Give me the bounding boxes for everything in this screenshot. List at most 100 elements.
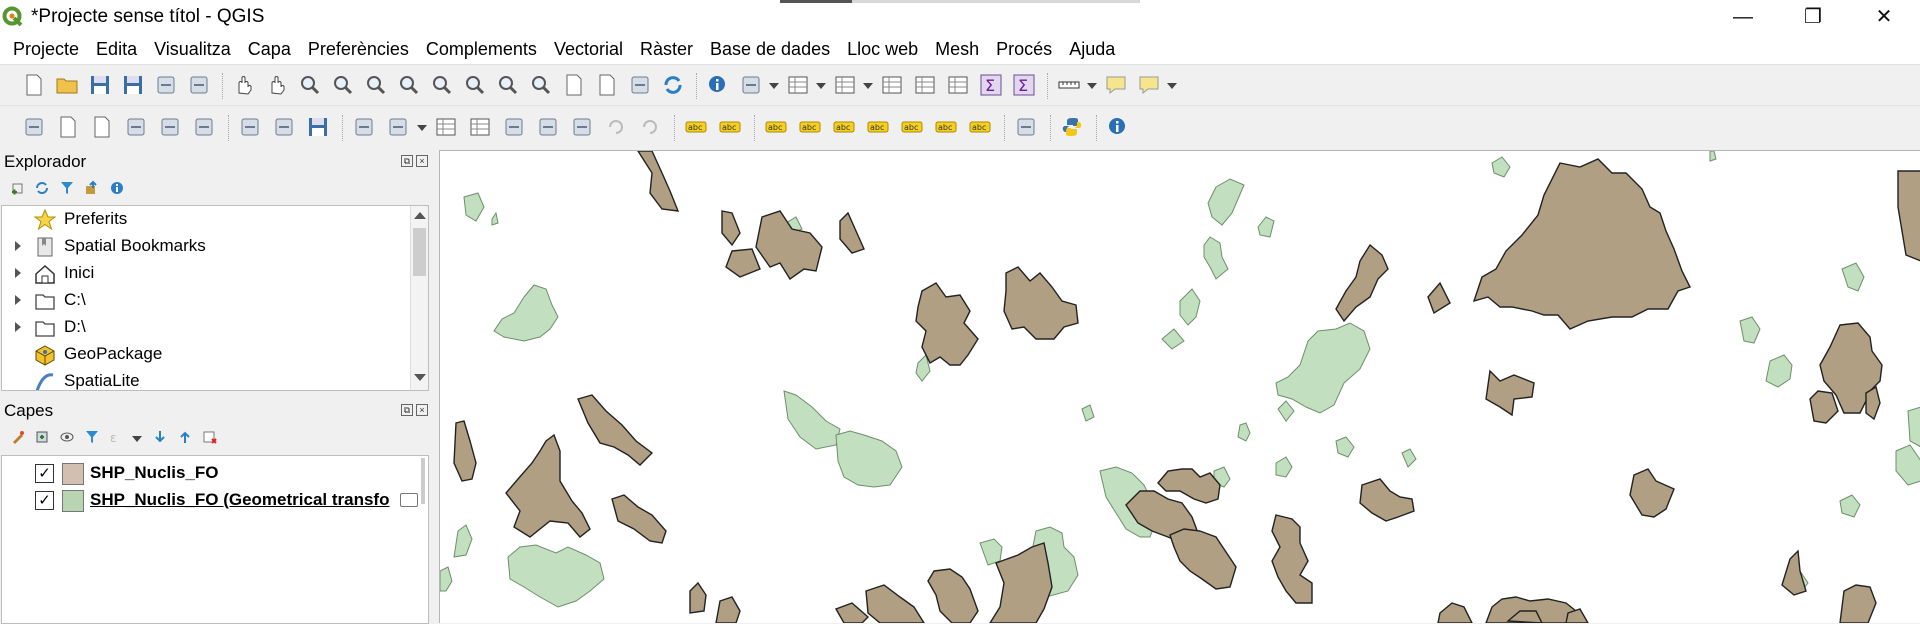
browser-tree[interactable]: Preferits Spatial Bookmarks Inici C:\ D:\ Geo…: [1, 205, 429, 391]
pan-to-selection-icon[interactable]: [265, 73, 289, 97]
toggle-editing-icon[interactable]: [272, 115, 296, 139]
refresh-icon[interactable]: [661, 73, 685, 97]
style-layer-icon[interactable]: [10, 429, 26, 445]
layer-symbol-swatch[interactable]: [62, 463, 84, 485]
browser-item[interactable]: GeoPackage: [2, 341, 402, 368]
menu-preferencies[interactable]: Preferències: [308, 39, 409, 60]
layer-tree-scrollbar[interactable]: [421, 458, 425, 504]
add-feature-icon[interactable]: [352, 115, 376, 139]
menu-base-de-dades[interactable]: Base de dades: [710, 39, 830, 60]
close-button[interactable]: ✕: [1853, 0, 1915, 34]
collapse-all-icon[interactable]: [84, 180, 100, 196]
data-source-manager-icon[interactable]: [22, 115, 46, 139]
dropdown-arrow-icon[interactable]: [1167, 83, 1177, 89]
collapse-all-icon[interactable]: [177, 429, 193, 445]
zoom-out-icon[interactable]: [331, 73, 355, 97]
dropdown-arrow-icon[interactable]: [863, 83, 873, 89]
browser-item[interactable]: Inici: [2, 260, 402, 287]
undo-icon[interactable]: [604, 115, 628, 139]
cut-features-icon[interactable]: [502, 115, 526, 139]
processing-toolbox-icon[interactable]: Σ: [979, 73, 1003, 97]
expand-arrow-icon[interactable]: [15, 241, 21, 251]
layer-symbol-swatch[interactable]: [62, 490, 84, 512]
select-by-value-icon[interactable]: [833, 73, 857, 97]
layer-item[interactable]: ✓ SHP_Nuclis_FO (Geometrical transfo: [2, 487, 428, 514]
expand-arrow-icon[interactable]: [15, 322, 21, 332]
map-canvas[interactable]: [439, 150, 1920, 623]
pan-icon[interactable]: [232, 73, 256, 97]
dropdown-arrow-icon[interactable]: [132, 436, 142, 442]
properties-icon[interactable]: [109, 180, 125, 196]
scrollbar-thumb[interactable]: [413, 228, 426, 276]
filter-icon[interactable]: [59, 180, 75, 196]
save-project-icon[interactable]: [88, 73, 112, 97]
diagram-icon[interactable]: abc: [718, 115, 742, 139]
attribute-table-icon[interactable]: [913, 73, 937, 97]
measure-icon[interactable]: [1057, 73, 1081, 97]
dropdown-arrow-icon[interactable]: [816, 83, 826, 89]
browser-item[interactable]: D:\: [2, 314, 402, 341]
paste-features-icon[interactable]: [570, 115, 594, 139]
panel-close-icon[interactable]: ×: [416, 155, 428, 167]
zoom-native-icon[interactable]: [463, 73, 487, 97]
filter-expression-icon[interactable]: ε: [109, 429, 125, 445]
refresh-icon[interactable]: [34, 180, 50, 196]
expand-arrow-icon[interactable]: [15, 268, 21, 278]
copy-features-icon[interactable]: [536, 115, 560, 139]
panel-float-icon[interactable]: ⧉: [401, 404, 413, 416]
text-annotation-icon[interactable]: [1137, 73, 1161, 97]
panel-float-icon[interactable]: ⧉: [401, 155, 413, 167]
save-as-icon[interactable]: [121, 73, 145, 97]
identify-icon[interactable]: [706, 73, 730, 97]
deselect-icon[interactable]: [880, 73, 904, 97]
menu-raster[interactable]: Ràster: [640, 39, 693, 60]
panel-close-icon[interactable]: ×: [416, 404, 428, 416]
scroll-down-icon[interactable]: [414, 374, 426, 381]
new-project-icon[interactable]: [22, 73, 46, 97]
layer-item[interactable]: ✓ SHP_Nuclis_FO: [2, 460, 428, 487]
menu-mesh[interactable]: Mesh: [935, 39, 979, 60]
new-shapefile-icon[interactable]: [90, 115, 114, 139]
style-manager-icon[interactable]: [187, 73, 211, 97]
expand-arrow-icon[interactable]: [15, 295, 21, 305]
add-selected-layers-icon[interactable]: [10, 180, 26, 196]
expand-all-icon[interactable]: [152, 429, 168, 445]
zoom-to-selection-icon[interactable]: [397, 73, 421, 97]
filter-legend-icon[interactable]: [84, 429, 100, 445]
show-labels-icon[interactable]: abc: [866, 115, 890, 139]
menu-lloc-web[interactable]: Lloc web: [847, 39, 918, 60]
add-group-icon[interactable]: [34, 429, 50, 445]
menu-visualitza[interactable]: Visualitza: [154, 39, 231, 60]
print-layout-icon[interactable]: [154, 73, 178, 97]
field-calculator-icon[interactable]: [946, 73, 970, 97]
rotate-label-icon[interactable]: abc: [934, 115, 958, 139]
layer-visibility-checkbox[interactable]: ✓: [35, 464, 54, 483]
save-edits-icon[interactable]: [306, 115, 330, 139]
rule-label-icon[interactable]: abc: [798, 115, 822, 139]
open-project-icon[interactable]: [55, 73, 79, 97]
panel-splitter[interactable]: [0, 392, 430, 396]
minimize-button[interactable]: —: [1712, 0, 1774, 34]
show-bookmarks-icon[interactable]: [628, 73, 652, 97]
menu-ajuda[interactable]: Ajuda: [1069, 39, 1115, 60]
python-console-icon[interactable]: [1060, 115, 1084, 139]
menu-capa[interactable]: Capa: [248, 39, 291, 60]
temporary-layer-icon[interactable]: [400, 493, 418, 507]
menu-proces[interactable]: Procés: [996, 39, 1052, 60]
zoom-next-icon[interactable]: [529, 73, 553, 97]
change-label-icon[interactable]: abc: [968, 115, 992, 139]
redo-icon[interactable]: [638, 115, 662, 139]
new-bookmark-icon[interactable]: [595, 73, 619, 97]
zoom-last-icon[interactable]: [496, 73, 520, 97]
menu-vectorial[interactable]: Vectorial: [554, 39, 623, 60]
dropdown-arrow-icon[interactable]: [1087, 83, 1097, 89]
layer-visibility-checkbox[interactable]: ✓: [35, 491, 54, 510]
virtual-layer-icon[interactable]: [192, 115, 216, 139]
dropdown-arrow-icon[interactable]: [769, 83, 779, 89]
maximize-button[interactable]: ❐: [1782, 0, 1844, 34]
menu-edita[interactable]: Edita: [96, 39, 137, 60]
menu-projecte[interactable]: Projecte: [13, 39, 79, 60]
vertex-tool-icon[interactable]: [386, 115, 410, 139]
modify-attributes-icon[interactable]: [434, 115, 458, 139]
zoom-full-icon[interactable]: [364, 73, 388, 97]
